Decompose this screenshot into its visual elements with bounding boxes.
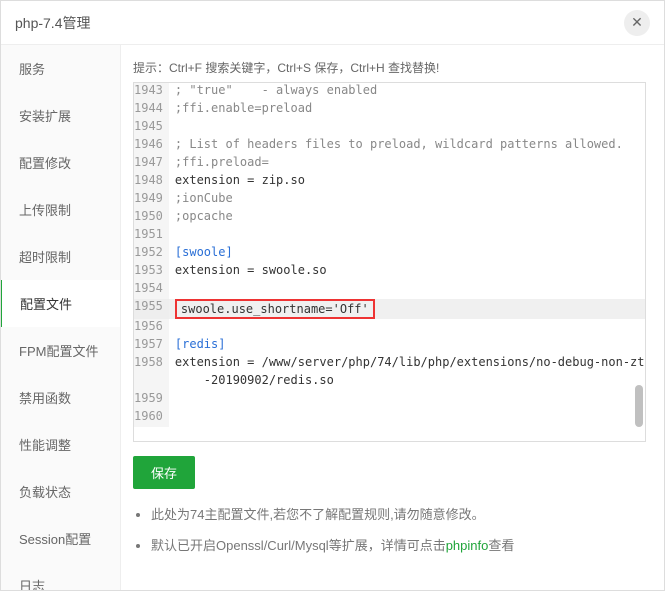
line-number: [134, 373, 169, 391]
sidebar-item[interactable]: 服务: [1, 45, 120, 92]
save-button[interactable]: 保存: [133, 456, 195, 489]
line-number: 1953: [134, 263, 169, 281]
line-number: 1944: [134, 101, 169, 119]
code-line[interactable]: [169, 119, 645, 137]
line-number: 1955: [134, 299, 169, 319]
sidebar-item[interactable]: 配置文件: [1, 280, 120, 327]
note-item: 此处为74主配置文件,若您不了解配置规则,请勿随意修改。: [151, 505, 646, 526]
code-line[interactable]: ;ionCube: [169, 191, 645, 209]
modal-title: php-7.4管理: [15, 13, 90, 33]
sidebar-item[interactable]: 负载状态: [1, 468, 120, 515]
code-line[interactable]: [169, 319, 645, 337]
sidebar-item[interactable]: Session配置: [1, 515, 120, 562]
code-line[interactable]: -20190902/redis.so: [169, 373, 645, 391]
code-line[interactable]: [169, 281, 645, 299]
phpinfo-link[interactable]: phpinfo: [446, 538, 489, 553]
line-number: 1958: [134, 355, 169, 373]
sidebar-item[interactable]: 配置修改: [1, 139, 120, 186]
sidebar-item[interactable]: 上传限制: [1, 186, 120, 233]
code-line[interactable]: [169, 227, 645, 245]
sidebar-item[interactable]: FPM配置文件: [1, 327, 120, 374]
code-line[interactable]: [169, 391, 645, 409]
line-number: 1960: [134, 409, 169, 427]
line-number: 1946: [134, 137, 169, 155]
code-table: 1943; "true" - always enabled1944;ffi.en…: [134, 83, 645, 427]
code-line[interactable]: ; "true" - always enabled: [169, 83, 645, 101]
code-line[interactable]: ;ffi.enable=preload: [169, 101, 645, 119]
modal: php-7.4管理 ✕ 服务安装扩展配置修改上传限制超时限制配置文件FPM配置文…: [0, 0, 665, 591]
code-line[interactable]: swoole.use_shortname='Off': [169, 299, 645, 319]
note-text: 查看: [488, 538, 514, 553]
titlebar: php-7.4管理 ✕: [1, 1, 664, 45]
sidebar-item[interactable]: 禁用函数: [1, 374, 120, 421]
notes-list: 此处为74主配置文件,若您不了解配置规则,请勿随意修改。 默认已开启Openss…: [133, 505, 646, 567]
code-line[interactable]: ;ffi.preload=: [169, 155, 645, 173]
note-item: 默认已开启Openssl/Curl/Mysql等扩展，详情可点击phpinfo查…: [151, 536, 646, 557]
line-number: 1947: [134, 155, 169, 173]
line-number: 1954: [134, 281, 169, 299]
line-number: 1949: [134, 191, 169, 209]
code-line[interactable]: ;opcache: [169, 209, 645, 227]
hint-text: 提示：Ctrl+F 搜索关键字，Ctrl+S 保存，Ctrl+H 查找替换!: [133, 59, 646, 76]
line-number: 1957: [134, 337, 169, 355]
line-number: 1956: [134, 319, 169, 337]
code-line[interactable]: [swoole]: [169, 245, 645, 263]
sidebar-item[interactable]: 性能调整: [1, 421, 120, 468]
scrollbar-thumb[interactable]: [635, 385, 643, 427]
code-editor[interactable]: 1943; "true" - always enabled1944;ffi.en…: [133, 82, 646, 442]
line-number: 1951: [134, 227, 169, 245]
close-icon: ✕: [631, 14, 643, 31]
line-number: 1952: [134, 245, 169, 263]
content-pane: 提示：Ctrl+F 搜索关键字，Ctrl+S 保存，Ctrl+H 查找替换! 1…: [121, 45, 664, 590]
line-number: 1943: [134, 83, 169, 101]
code-line[interactable]: [redis]: [169, 337, 645, 355]
code-line[interactable]: ; List of headers files to preload, wild…: [169, 137, 645, 155]
line-number: 1959: [134, 391, 169, 409]
sidebar-item[interactable]: 超时限制: [1, 233, 120, 280]
close-button[interactable]: ✕: [624, 10, 650, 36]
code-line[interactable]: extension = swoole.so: [169, 263, 645, 281]
code-line[interactable]: extension = zip.so: [169, 173, 645, 191]
line-number: 1950: [134, 209, 169, 227]
modal-body: 服务安装扩展配置修改上传限制超时限制配置文件FPM配置文件禁用函数性能调整负载状…: [1, 45, 664, 590]
line-number: 1948: [134, 173, 169, 191]
code-line[interactable]: extension = /www/server/php/74/lib/php/e…: [169, 355, 645, 373]
sidebar-item[interactable]: 安装扩展: [1, 92, 120, 139]
sidebar-item[interactable]: 日志: [1, 562, 120, 590]
line-number: 1945: [134, 119, 169, 137]
note-text: 默认已开启Openssl/Curl/Mysql等扩展，详情可点击: [151, 538, 446, 553]
note-text: 此处为74主配置文件,若您不了解配置规则,请勿随意修改。: [151, 507, 485, 522]
sidebar: 服务安装扩展配置修改上传限制超时限制配置文件FPM配置文件禁用函数性能调整负载状…: [1, 45, 121, 590]
code-line[interactable]: [169, 409, 645, 427]
scrollbar-track[interactable]: [635, 85, 643, 439]
